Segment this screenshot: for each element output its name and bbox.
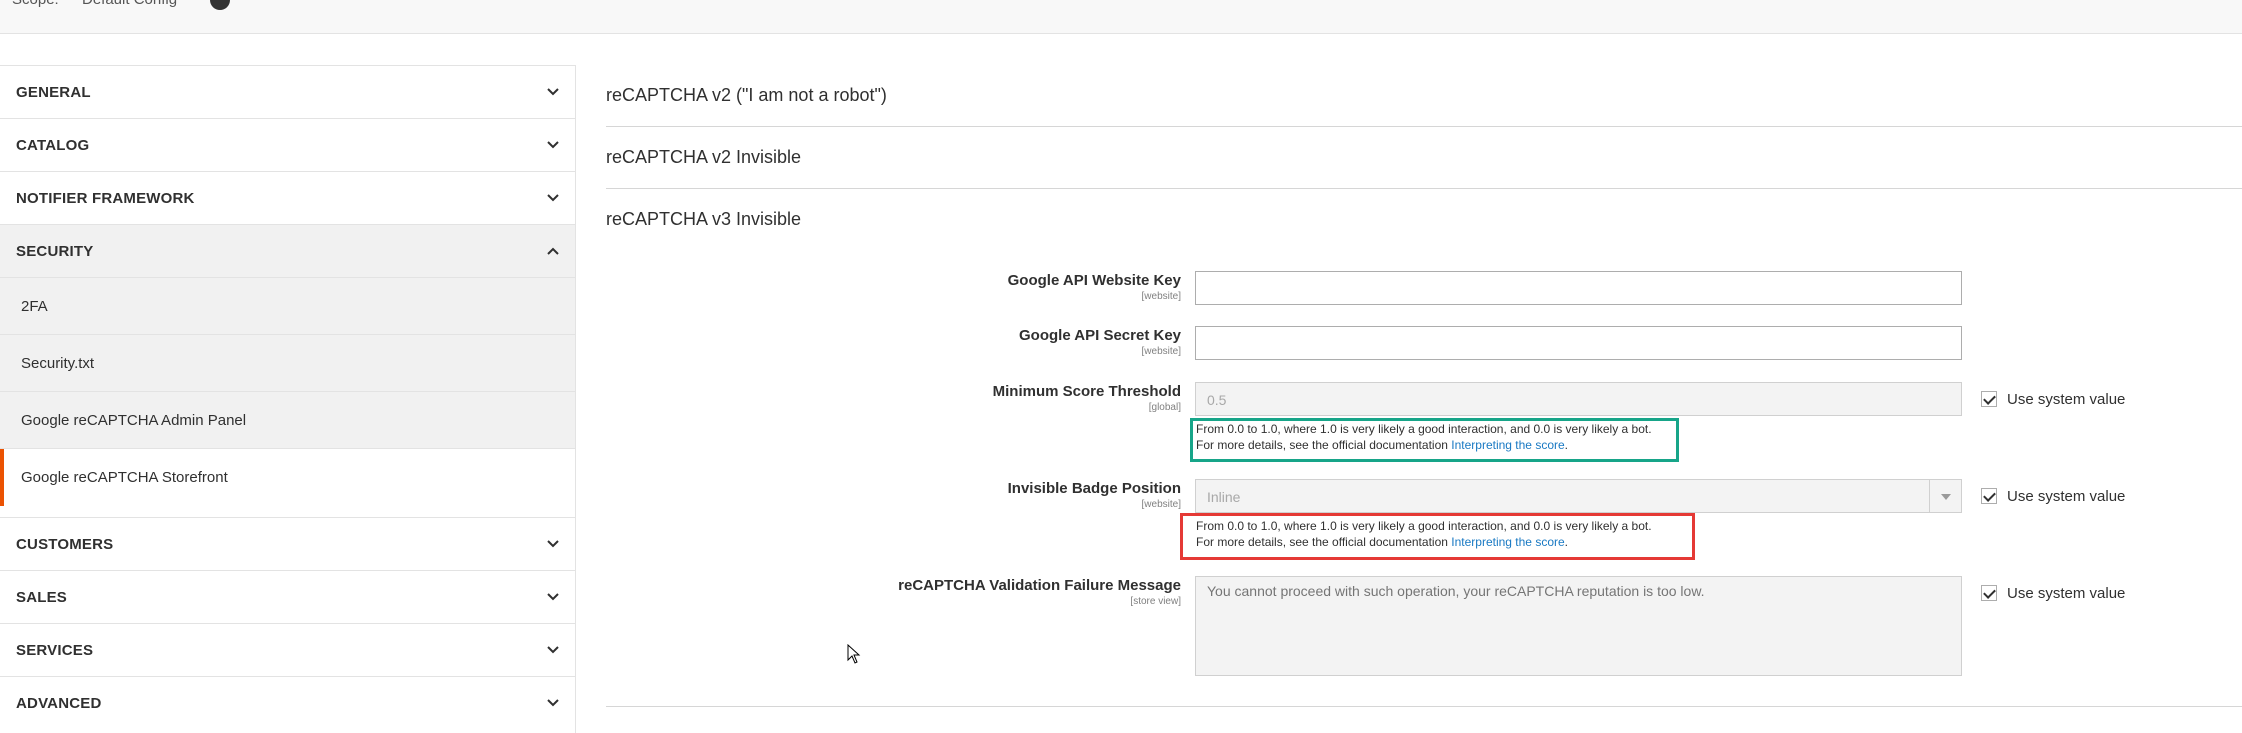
scope-bar: Scope: Default Config xyxy=(0,0,2242,34)
score-threshold-note: From 0.0 to 1.0, where 1.0 is very likel… xyxy=(1196,422,1652,452)
sidebar-item-security-txt[interactable]: Security.txt xyxy=(0,335,576,392)
sidebar-section-services[interactable]: SERVICES xyxy=(0,623,576,676)
badge-position-scope: [website] xyxy=(1141,499,1181,510)
config-main: reCAPTCHA v2 ("I am not a robot") reCAPT… xyxy=(606,65,2242,251)
sidebar-section-customers[interactable]: CUSTOMERS xyxy=(0,517,576,570)
badge-position-value: Inline xyxy=(1207,489,1241,505)
sidebar-item-recaptcha-storefront[interactable]: Google reCAPTCHA Storefront xyxy=(0,449,576,506)
website-key-input[interactable] xyxy=(1195,271,1962,305)
secret-key-label: Google API Secret Key xyxy=(1019,327,1181,344)
sidebar-section-label: NOTIFIER FRAMEWORK xyxy=(16,190,195,207)
group-recaptcha-v2-robot[interactable]: reCAPTCHA v2 ("I am not a robot") xyxy=(606,65,2242,127)
chevron-down-icon xyxy=(547,593,559,601)
interpreting-score-link[interactable]: Interpreting the score xyxy=(1451,535,1564,549)
group-divider xyxy=(606,706,2242,707)
sidebar-item-label: 2FA xyxy=(21,298,48,315)
sidebar-section-label: ADVANCED xyxy=(16,695,102,712)
group-title: reCAPTCHA v3 Invisible xyxy=(606,209,802,229)
use-system-value-label: Use system value xyxy=(2007,585,2126,602)
interpreting-score-link[interactable]: Interpreting the score xyxy=(1451,438,1564,452)
use-system-value-label: Use system value xyxy=(2007,488,2126,505)
sidebar-section-security[interactable]: SECURITY xyxy=(0,224,576,277)
sidebar-section-label: SALES xyxy=(16,589,68,606)
group-title: reCAPTCHA v2 Invisible xyxy=(606,147,802,167)
sidebar-item-recaptcha-admin-panel[interactable]: Google reCAPTCHA Admin Panel xyxy=(0,392,576,449)
chevron-down-icon xyxy=(547,646,559,654)
use-system-value-label: Use system value xyxy=(2007,391,2126,408)
group-recaptcha-v2-invisible[interactable]: reCAPTCHA v2 Invisible xyxy=(606,127,2242,189)
sidebar-section-label: GENERAL xyxy=(16,84,91,101)
secret-key-scope: [website] xyxy=(1141,346,1181,357)
use-system-value-checkbox[interactable] xyxy=(1981,585,1997,601)
scope-switcher[interactable]: Default Config xyxy=(82,0,177,8)
group-recaptcha-v3-invisible[interactable]: reCAPTCHA v3 Invisible xyxy=(606,189,2242,251)
failure-message-textarea[interactable] xyxy=(1195,576,1962,676)
badge-position-label: Invisible Badge Position xyxy=(1007,480,1181,497)
sidebar-section-general[interactable]: GENERAL xyxy=(0,65,576,118)
sidebar-item-label: Google reCAPTCHA Admin Panel xyxy=(21,412,247,429)
sidebar-item-label: Security.txt xyxy=(21,355,95,372)
sidebar-item-2fa[interactable]: 2FA xyxy=(0,278,576,335)
group-title: reCAPTCHA v2 ("I am not a robot") xyxy=(606,85,887,105)
chevron-down-icon xyxy=(547,540,559,548)
secret-key-input[interactable] xyxy=(1195,326,1962,360)
security-subitems: 2FA Security.txt Google reCAPTCHA Admin … xyxy=(0,277,576,506)
chevron-down-icon xyxy=(547,699,559,707)
score-threshold-scope: [global] xyxy=(1148,402,1181,413)
sidebar-section-label: CUSTOMERS xyxy=(16,536,114,553)
mouse-cursor-icon xyxy=(847,644,861,664)
sidebar-item-label: Google reCAPTCHA Storefront xyxy=(21,469,228,486)
use-system-value-checkbox[interactable] xyxy=(1981,391,1997,407)
badge-position-select[interactable]: Inline xyxy=(1195,479,1962,513)
score-threshold-value: 0.5 xyxy=(1207,392,1227,408)
scope-label: Scope: xyxy=(12,0,59,8)
sidebar-section-catalog[interactable]: CATALOG xyxy=(0,118,576,171)
info-icon[interactable] xyxy=(210,0,230,10)
sidebar-section-notifier-framework[interactable]: NOTIFIER FRAMEWORK xyxy=(0,171,576,224)
chevron-down-icon xyxy=(547,141,559,149)
use-system-value-checkbox[interactable] xyxy=(1981,488,1997,504)
failure-message-scope: [store view] xyxy=(1130,596,1181,607)
chevron-down-icon xyxy=(547,194,559,202)
chevron-down-icon xyxy=(1929,480,1961,512)
sidebar-section-label: SERVICES xyxy=(16,642,94,659)
website-key-label: Google API Website Key xyxy=(1007,272,1181,289)
sidebar-section-sales[interactable]: SALES xyxy=(0,570,576,623)
sidebar-divider xyxy=(575,65,576,733)
chevron-up-icon xyxy=(547,247,559,255)
sidebar-section-advanced[interactable]: ADVANCED xyxy=(0,676,576,729)
score-threshold-label: Minimum Score Threshold xyxy=(992,383,1181,400)
sidebar-section-label: CATALOG xyxy=(16,137,90,154)
failure-message-label: reCAPTCHA Validation Failure Message xyxy=(898,577,1181,594)
badge-position-note: From 0.0 to 1.0, where 1.0 is very likel… xyxy=(1196,519,1652,549)
sidebar-section-label: SECURITY xyxy=(16,243,94,260)
website-key-scope: [website] xyxy=(1141,291,1181,302)
score-threshold-input[interactable]: 0.5 xyxy=(1195,382,1962,416)
config-sidebar: GENERAL CATALOG NOTIFIER FRAMEWORK SECUR… xyxy=(0,65,576,729)
chevron-down-icon xyxy=(547,88,559,96)
